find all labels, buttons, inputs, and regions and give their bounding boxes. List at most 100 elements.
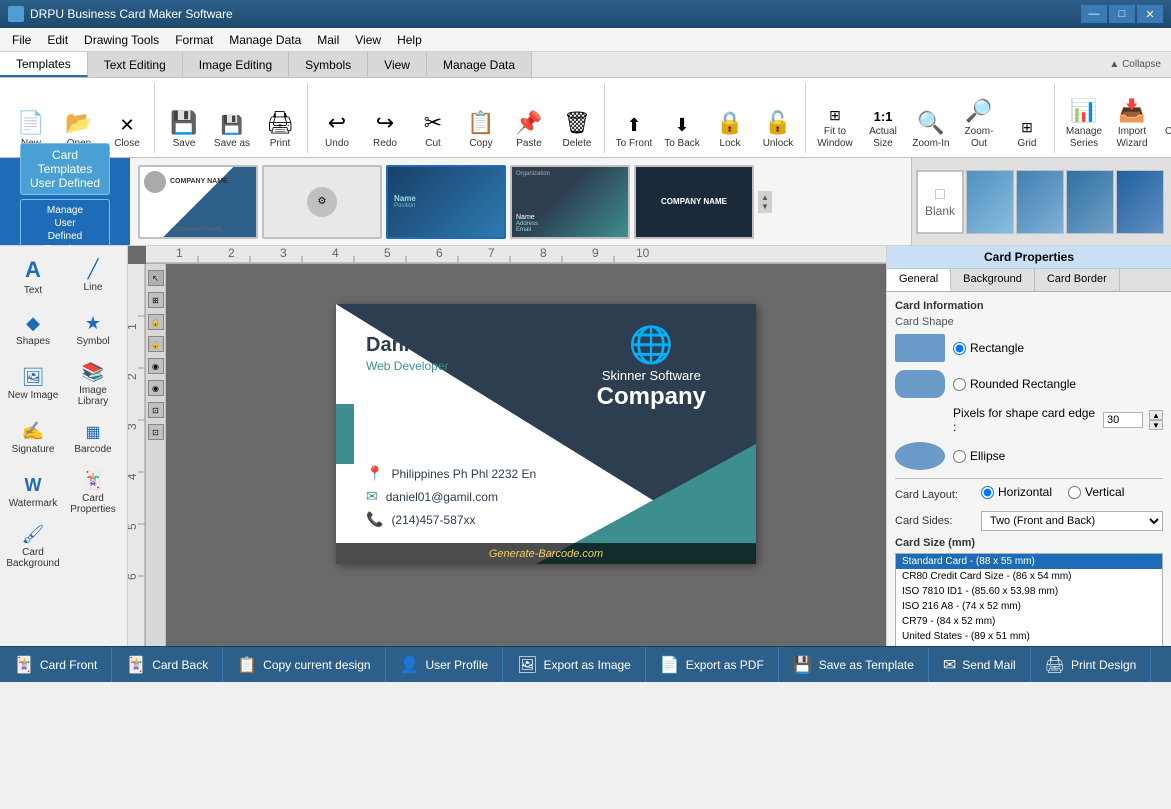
bottom-save-template[interactable]: 💾 Save as Template [779,647,929,682]
ribbon-toback[interactable]: ⬇ To Back [659,87,705,153]
template-thumb-3[interactable]: Name Position [386,165,506,239]
style-thumb-2[interactable] [1016,170,1064,234]
ribbon-fitwindow[interactable]: ⊞ Fit to Window [812,87,858,153]
ribbon-save[interactable]: 💾 Save [161,87,207,153]
ribbon-redo[interactable]: ↪ Redo [362,87,408,153]
card-templates-btn[interactable]: Card Templates User Defined [20,143,110,195]
ribbon-importwizard[interactable]: 📥 Import Wizard [1109,87,1155,153]
mini-tool-4[interactable]: ◉ [148,358,164,374]
rounded-label[interactable]: Rounded Rectangle [953,377,1076,391]
tool-watermark[interactable]: W Watermark [4,466,62,518]
ribbon-createlist[interactable]: Σ Create List [1157,87,1171,153]
mini-tool-3[interactable]: 🔒 [148,336,164,352]
business-card[interactable]: Daniel Thomas Web Developer 🌐 Skinner So… [336,304,756,564]
menu-mail[interactable]: Mail [309,31,347,49]
tool-symbol[interactable]: ★ Symbol [64,304,122,356]
ribbon-print[interactable]: 🖨 Print [257,87,303,153]
ribbon-copy[interactable]: 📋 Copy [458,87,504,153]
tool-new-image[interactable]: 🖼 New Image [4,358,62,410]
pixels-down[interactable]: ▼ [1149,420,1163,430]
bottom-card-front[interactable]: 🃏 Card Front [0,647,112,682]
tool-card-background[interactable]: 🖌 Card Background [4,520,62,572]
tool-text[interactable]: A Text [4,250,62,302]
ribbon-lock[interactable]: 🔒 Lock [707,87,753,153]
menu-view[interactable]: View [347,31,389,49]
panel-tab-general[interactable]: General [887,269,951,291]
size-item-2[interactable]: ISO 7810 ID1 - (85.60 x 53.98 mm) [896,584,1162,599]
template-thumb-2[interactable]: ⚙ [262,165,382,239]
tab-symbols[interactable]: Symbols [289,52,368,77]
ribbon-zoomin[interactable]: 🔍 Zoom-In [908,87,954,153]
scroll-up-btn[interactable]: ▲ [761,193,769,202]
ribbon-zoomout[interactable]: 🔎 Zoom-Out [956,87,1002,153]
bottom-print-design[interactable]: 🖨 Print Design [1031,647,1152,682]
ribbon-unlock[interactable]: 🔓 Unlock [755,87,801,153]
menu-file[interactable]: File [4,31,39,49]
collapse-button[interactable]: ▲ Collapse [1099,52,1171,77]
tool-image-library[interactable]: 📚 Image Library [64,358,122,410]
template-thumb-1[interactable]: COMPANY NAME COMPANY NAME [138,165,258,239]
size-item-6[interactable]: United Kingdom - (85 x 55 mm) [896,644,1162,646]
ellipse-radio[interactable] [953,450,966,463]
ribbon-paste[interactable]: 📌 Paste [506,87,552,153]
ellipse-label[interactable]: Ellipse [953,449,1005,463]
vertical-radio[interactable] [1068,486,1081,499]
mini-tool-select[interactable]: ↖ [148,270,164,286]
ribbon-cut[interactable]: ✂ Cut [410,87,456,153]
ribbon-actualsize[interactable]: 1:1 Actual Size [860,87,906,153]
style-thumb-1[interactable] [966,170,1014,234]
close-button[interactable]: ✕ [1137,5,1163,23]
ribbon-close[interactable]: ✕ Close [104,87,150,153]
minimize-button[interactable]: — [1081,5,1107,23]
ribbon-undo[interactable]: ↩ Undo [314,87,360,153]
style-thumb-4[interactable] [1116,170,1164,234]
mini-tool-2[interactable]: 🔒 [148,314,164,330]
pixels-up[interactable]: ▲ [1149,410,1163,420]
size-item-0[interactable]: Standard Card - (88 x 55 mm) [896,554,1162,569]
tool-card-properties[interactable]: 🃏 Card Properties [64,466,122,518]
bottom-card-back[interactable]: 🃏 Card Back [112,647,223,682]
menu-help[interactable]: Help [389,31,430,49]
vertical-label[interactable]: Vertical [1068,485,1124,499]
style-blank[interactable]: □ Blank [916,170,964,234]
menu-manage-data[interactable]: Manage Data [221,31,309,49]
tab-templates[interactable]: Templates [0,52,88,77]
mini-tool-1[interactable]: ⊞ [148,292,164,308]
tool-shapes[interactable]: ◆ Shapes [4,304,62,356]
style-thumb-3[interactable] [1066,170,1114,234]
rounded-radio[interactable] [953,378,966,391]
size-item-4[interactable]: CR79 - (84 x 52 mm) [896,614,1162,629]
ribbon-grid[interactable]: ⊞ Grid [1004,87,1050,153]
size-item-3[interactable]: ISO 216 A8 - (74 x 52 mm) [896,599,1162,614]
pixels-input[interactable] [1103,412,1143,428]
bottom-user-profile[interactable]: 👤 User Profile [386,647,504,682]
horizontal-label[interactable]: Horizontal [981,485,1052,499]
tool-line[interactable]: ╱ Line [64,250,122,302]
bottom-send-mail[interactable]: ✉ Send Mail [929,647,1031,682]
tool-signature[interactable]: ✍ Signature [4,412,62,464]
tab-view[interactable]: View [368,52,427,77]
template-thumb-5[interactable]: COMPANY NAME [634,165,754,239]
menu-drawing-tools[interactable]: Drawing Tools [76,31,167,49]
template-thumb-4[interactable]: Organization NameAddressEmail [510,165,630,239]
rect-radio[interactable] [953,342,966,355]
menu-edit[interactable]: Edit [39,31,76,49]
tool-barcode[interactable]: ▦ Barcode [64,412,122,464]
ribbon-delete[interactable]: 🗑 Delete [554,87,600,153]
tab-text-editing[interactable]: Text Editing [88,52,183,77]
size-list[interactable]: Standard Card - (88 x 55 mm) CR80 Credit… [895,553,1163,646]
mini-tool-6[interactable]: ⊡ [148,402,164,418]
ribbon-tofront[interactable]: ⬆ To Front [611,87,657,153]
scroll-down-btn[interactable]: ▼ [761,202,769,211]
size-item-5[interactable]: United States - (89 x 51 mm) [896,629,1162,644]
menu-format[interactable]: Format [167,31,221,49]
bottom-export-image[interactable]: 🖼 Export as Image [503,647,646,682]
horizontal-radio[interactable] [981,486,994,499]
maximize-button[interactable]: □ [1109,5,1135,23]
bottom-copy-design[interactable]: 📋 Copy current design [223,647,385,682]
mini-tool-7[interactable]: ⊡ [148,424,164,440]
size-item-1[interactable]: CR80 Credit Card Size - (86 x 54 mm) [896,569,1162,584]
sides-select[interactable]: Two (Front and Back) [981,511,1163,531]
panel-tab-background[interactable]: Background [951,269,1035,291]
ribbon-saveas[interactable]: 💾 Save as [209,87,255,153]
